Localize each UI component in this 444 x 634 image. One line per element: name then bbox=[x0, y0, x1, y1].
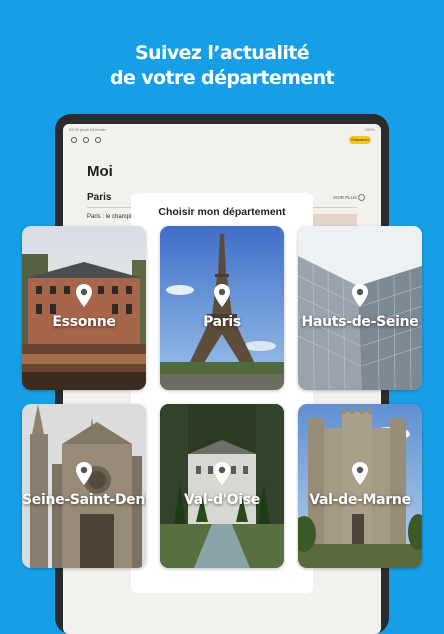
val-de-marne-photo bbox=[298, 404, 422, 568]
department-card-essonne[interactable]: Essonne bbox=[22, 226, 146, 390]
department-name: Essonne bbox=[52, 314, 116, 330]
subscribe-button[interactable]: S'abonner bbox=[349, 136, 371, 144]
location-pin-icon bbox=[352, 462, 368, 485]
location-pin-icon bbox=[76, 284, 92, 307]
department-name: Val-de-Marne bbox=[309, 492, 411, 508]
location-pin-icon bbox=[352, 284, 368, 307]
paris-photo bbox=[160, 226, 284, 390]
status-bar-battery: 100% bbox=[364, 127, 375, 132]
modal-title: Choisir mon département bbox=[158, 206, 286, 218]
bookmark-icon[interactable] bbox=[95, 137, 101, 143]
department-card-val-de-marne[interactable]: Val-de-Marne bbox=[298, 404, 422, 568]
article-snippet[interactable]: Paris : le champi bbox=[87, 214, 131, 220]
location-pin-icon bbox=[214, 284, 230, 307]
department-name: Val-d'Oise bbox=[184, 492, 260, 508]
val-d-oise-photo bbox=[160, 404, 284, 568]
top-toolbar bbox=[71, 137, 101, 143]
tab-paris[interactable]: Paris bbox=[87, 192, 111, 203]
location-pin-icon bbox=[76, 462, 92, 485]
department-name: Seine-Saint-Denis bbox=[22, 492, 146, 508]
department-card-seine-saint-denis[interactable]: Seine-Saint-Denis bbox=[22, 404, 146, 568]
see-more-link[interactable]: VOIR PLUS bbox=[333, 195, 357, 200]
location-pin-icon bbox=[214, 462, 230, 485]
department-name: Hauts-de-Seine bbox=[301, 314, 419, 330]
department-card-val-d-oise[interactable]: Val-d'Oise bbox=[160, 404, 284, 568]
seine-saint-denis-photo bbox=[22, 404, 146, 568]
department-card-paris[interactable]: Paris bbox=[160, 226, 284, 390]
department-card-hauts-de-seine[interactable]: Hauts-de-Seine bbox=[298, 226, 422, 390]
info-icon[interactable] bbox=[358, 194, 365, 201]
profile-icon[interactable] bbox=[71, 137, 77, 143]
headline-line-1: Suivez l’actualité bbox=[134, 42, 310, 64]
department-name: Paris bbox=[203, 314, 241, 330]
settings-icon[interactable] bbox=[83, 137, 89, 143]
headline-line-2: de votre département bbox=[109, 67, 335, 89]
hauts-de-seine-photo bbox=[298, 226, 422, 390]
status-bar-time: 09:30 jeudi 18 février bbox=[69, 127, 107, 132]
essonne-photo bbox=[22, 226, 146, 390]
page-title: Moi bbox=[87, 163, 113, 180]
